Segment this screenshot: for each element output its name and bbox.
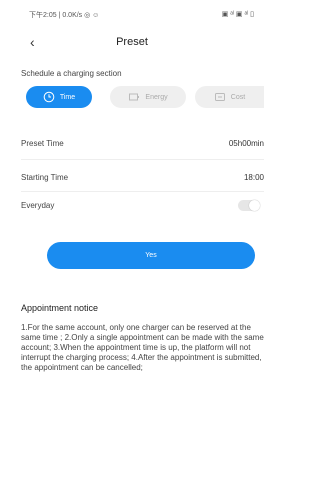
tab-time[interactable]: Time	[26, 86, 92, 108]
page-title: Preset	[116, 36, 148, 48]
starting-time-label: Starting Time	[21, 173, 69, 182]
status-signal-battery: ▣ ᵃˡ ▣ ᵃˡ ▯	[221, 11, 254, 18]
preset-time-row[interactable]: Preset Time 05h00min	[21, 130, 264, 158]
notice-text: 1.For the same account, only one charger…	[21, 323, 264, 372]
toggle-knob	[249, 200, 260, 211]
starting-time-row[interactable]: Starting Time 18:00	[21, 164, 264, 192]
divider	[21, 159, 264, 160]
yes-button[interactable]: Yes	[47, 242, 255, 269]
starting-time-value: 18:00	[243, 173, 264, 182]
tab-cost-label: Cost	[230, 93, 246, 101]
status-time-network: 下午2:05 | 0.0K/s ◎ ☺	[29, 12, 100, 19]
everyday-row: Everyday	[21, 192, 264, 220]
tab-energy[interactable]: Energy	[110, 86, 186, 108]
status-bar: 下午2:05 | 0.0K/s ◎ ☺ ▣ ᵃˡ ▣ ᵃˡ ▯	[0, 0, 264, 26]
tab-cost[interactable]: Cost	[195, 86, 264, 108]
clock-icon	[43, 91, 55, 103]
everyday-toggle[interactable]	[238, 200, 260, 211]
battery-icon	[128, 91, 140, 103]
cost-icon	[214, 91, 226, 103]
everyday-label: Everyday	[21, 201, 55, 210]
preset-time-value: 05h00min	[228, 139, 264, 148]
navigation-bar: ‹ Preset	[0, 28, 264, 58]
notice-title: Appointment notice	[21, 303, 99, 313]
preset-time-label: Preset Time	[21, 139, 64, 148]
tab-time-label: Time	[59, 93, 76, 101]
tab-energy-label: Energy	[145, 93, 168, 101]
schedule-section-label: Schedule a charging section	[21, 69, 122, 78]
